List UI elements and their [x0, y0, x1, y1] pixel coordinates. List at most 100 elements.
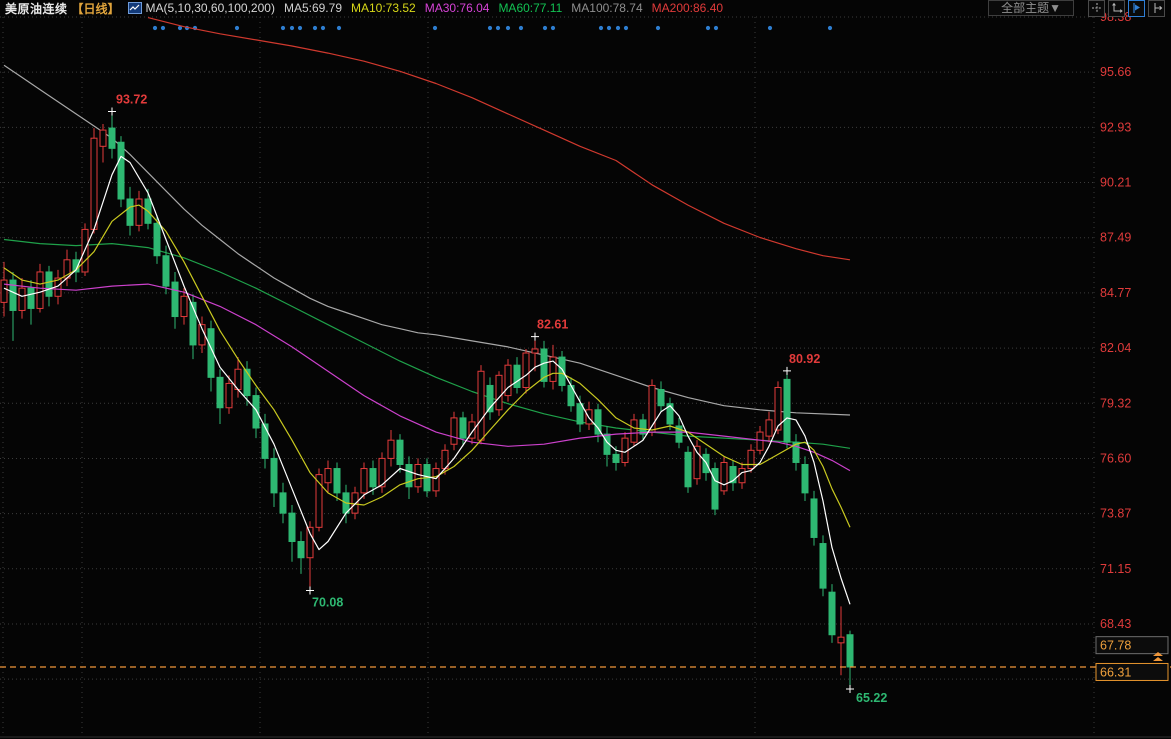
event-dot[interactable]: [714, 26, 718, 30]
candle-body[interactable]: [163, 256, 169, 286]
line-chart-tool-button[interactable]: [1128, 0, 1145, 17]
candle-body[interactable]: [1, 280, 7, 302]
event-dot[interactable]: [488, 26, 492, 30]
candle-body[interactable]: [406, 464, 412, 486]
candle-body[interactable]: [613, 454, 619, 462]
event-dot[interactable]: [506, 26, 510, 30]
candle-body[interactable]: [28, 288, 34, 308]
crosshair-tool-button[interactable]: [1088, 0, 1105, 17]
candle-body[interactable]: [451, 418, 457, 444]
price-axis-label: 73.87: [1100, 507, 1131, 521]
event-dot[interactable]: [281, 26, 285, 30]
event-dot[interactable]: [607, 26, 611, 30]
candle-body[interactable]: [253, 396, 259, 428]
candle-body[interactable]: [523, 353, 529, 387]
candle-body[interactable]: [784, 379, 790, 442]
crosshair-icon: [1091, 2, 1103, 14]
event-dot[interactable]: [153, 26, 157, 30]
event-dot[interactable]: [706, 26, 710, 30]
candle-body[interactable]: [109, 128, 115, 148]
event-dot[interactable]: [290, 26, 294, 30]
candle-body[interactable]: [460, 418, 466, 438]
candle-body[interactable]: [127, 199, 133, 225]
event-dot[interactable]: [161, 26, 165, 30]
candle-body[interactable]: [838, 637, 844, 643]
candle-body[interactable]: [514, 365, 520, 387]
candle-body[interactable]: [226, 383, 232, 407]
candle-body[interactable]: [361, 469, 367, 493]
candle-body[interactable]: [46, 272, 52, 296]
candle-body[interactable]: [766, 420, 772, 436]
candle-body[interactable]: [721, 462, 727, 490]
event-dot[interactable]: [235, 26, 239, 30]
candle-body[interactable]: [577, 404, 583, 424]
candle-body[interactable]: [757, 432, 763, 450]
event-dot[interactable]: [616, 26, 620, 30]
candle-body[interactable]: [388, 440, 394, 458]
ma5-value: MA5:69.79: [284, 1, 342, 15]
candle-body[interactable]: [802, 464, 808, 492]
candle-body[interactable]: [829, 592, 835, 635]
candle-body[interactable]: [748, 450, 754, 468]
candle-body[interactable]: [262, 424, 268, 458]
candle-body[interactable]: [217, 377, 223, 407]
candle-body[interactable]: [496, 375, 502, 409]
candle-body[interactable]: [280, 493, 286, 513]
candle-body[interactable]: [100, 130, 106, 146]
chart-icon[interactable]: [128, 2, 142, 14]
candle-body[interactable]: [712, 469, 718, 510]
candle-body[interactable]: [19, 288, 25, 310]
candle-body[interactable]: [739, 469, 745, 483]
candle-body[interactable]: [136, 199, 142, 225]
event-dot[interactable]: [337, 26, 341, 30]
price-axis-label: 90.21: [1100, 176, 1131, 190]
candle-body[interactable]: [658, 390, 664, 406]
candle-body[interactable]: [352, 493, 358, 513]
event-dot[interactable]: [519, 26, 523, 30]
pan-right-tool-button[interactable]: [1148, 0, 1165, 17]
event-dot[interactable]: [543, 26, 547, 30]
candle-body[interactable]: [370, 469, 376, 487]
candle-body[interactable]: [532, 349, 538, 353]
event-dot[interactable]: [321, 26, 325, 30]
candle-body[interactable]: [478, 371, 484, 440]
candle-body[interactable]: [154, 223, 160, 255]
candle-body[interactable]: [118, 142, 124, 199]
price-axis-label: 95.66: [1100, 65, 1131, 79]
event-dot[interactable]: [298, 26, 302, 30]
event-dot[interactable]: [433, 26, 437, 30]
candle-body[interactable]: [811, 499, 817, 538]
theme-dropdown[interactable]: 全部主题▼: [988, 0, 1074, 16]
candle-body[interactable]: [289, 513, 295, 541]
candle-body[interactable]: [847, 635, 853, 667]
event-dot[interactable]: [624, 26, 628, 30]
event-dot[interactable]: [599, 26, 603, 30]
event-dot[interactable]: [828, 26, 832, 30]
last-price-tag-label: 66.31: [1100, 665, 1131, 679]
event-dot[interactable]: [768, 26, 772, 30]
candle-body[interactable]: [172, 282, 178, 316]
event-dot[interactable]: [313, 26, 317, 30]
candle-body[interactable]: [325, 469, 331, 483]
candle-body[interactable]: [397, 440, 403, 464]
candle-body[interactable]: [685, 452, 691, 486]
prev-close-tag-label: 67.78: [1100, 639, 1131, 653]
candle-body[interactable]: [820, 544, 826, 589]
candle-body[interactable]: [433, 469, 439, 491]
candle-body[interactable]: [37, 272, 43, 308]
candle-body[interactable]: [559, 357, 565, 385]
ma30-value: MA30:76.04: [425, 1, 490, 15]
candle-body[interactable]: [505, 365, 511, 395]
candle-body[interactable]: [271, 458, 277, 492]
event-dot[interactable]: [551, 26, 555, 30]
axis-scale-tool-button[interactable]: [1108, 0, 1125, 17]
header-bar: 美原油连续 【日线】 MA(5,10,30,60,100,200) MA5:69…: [0, 0, 1171, 16]
candle-body[interactable]: [181, 296, 187, 316]
candle-body[interactable]: [631, 420, 637, 442]
event-dot[interactable]: [496, 26, 500, 30]
candle-body[interactable]: [91, 138, 97, 229]
event-dot[interactable]: [656, 26, 660, 30]
candle-body[interactable]: [298, 542, 304, 558]
price-axis-label: 71.15: [1100, 562, 1131, 576]
candle-body[interactable]: [334, 469, 340, 493]
